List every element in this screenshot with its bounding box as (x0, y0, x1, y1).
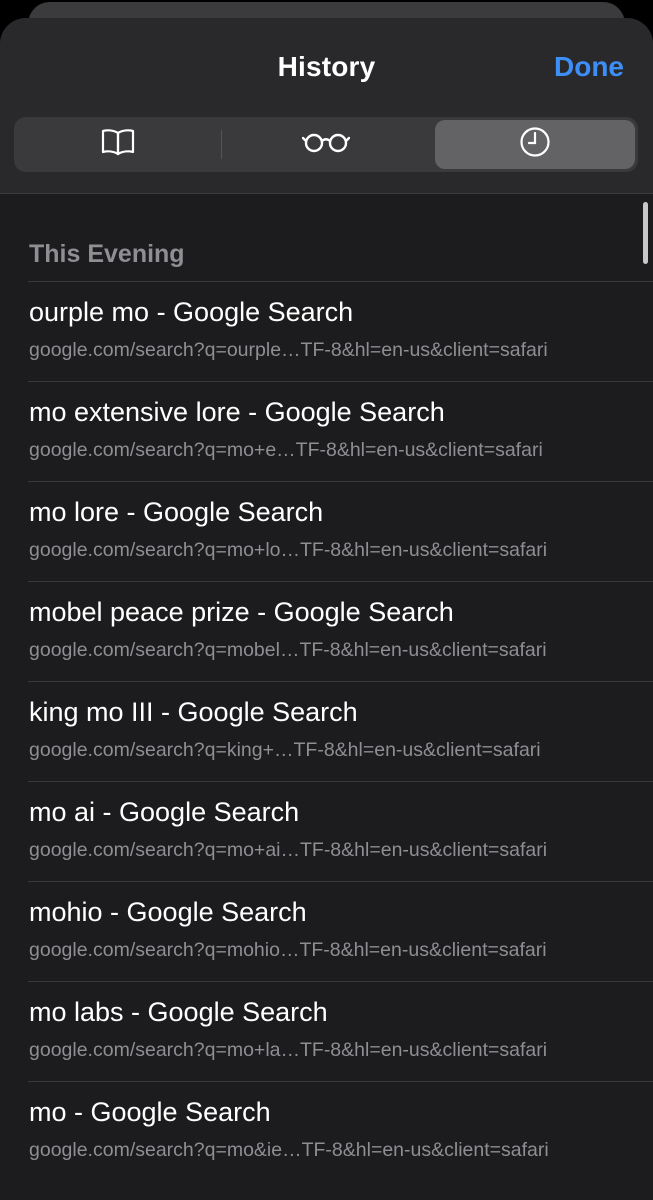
list-item[interactable]: mobel peace prize - Google Search google… (0, 581, 653, 681)
item-url: google.com/search?q=mo+ai…TF-8&hl=en-us&… (29, 839, 548, 861)
tab-bookmarks[interactable] (18, 120, 218, 169)
tab-reading-list[interactable] (226, 120, 426, 169)
item-title: mo labs - Google Search (29, 997, 328, 1027)
history-list: ourple mo - Google Search google.com/sea… (0, 281, 653, 1181)
list-item[interactable]: king mo III - Google Search google.com/s… (0, 681, 653, 781)
item-url: google.com/search?q=king+…TF-8&hl=en-us&… (29, 739, 541, 761)
history-sheet: History Done This Evening ourple mo - Go… (0, 18, 653, 1200)
list-item[interactable]: mo extensive lore - Google Search google… (0, 381, 653, 481)
item-url: google.com/search?q=mo+e…TF-8&hl=en-us&c… (29, 439, 543, 461)
glasses-icon (301, 130, 351, 159)
item-url: google.com/search?q=mohio…TF-8&hl=en-us&… (29, 939, 547, 961)
item-url: google.com/search?q=mo+lo…TF-8&hl=en-us&… (29, 539, 548, 561)
item-title: mo - Google Search (29, 1097, 271, 1127)
list-item[interactable]: mo labs - Google Search google.com/searc… (0, 981, 653, 1081)
done-button[interactable]: Done (554, 51, 624, 83)
clock-icon (518, 125, 552, 164)
list-item[interactable]: mo - Google Search google.com/search?q=m… (0, 1081, 653, 1181)
section-header: This Evening (29, 240, 185, 268)
history-list-container[interactable]: This Evening ourple mo - Google Search g… (0, 194, 653, 1200)
item-url: google.com/search?q=ourple…TF-8&hl=en-us… (29, 339, 548, 361)
segmented-control (14, 117, 638, 172)
item-title: king mo III - Google Search (29, 697, 358, 727)
item-title: ourple mo - Google Search (29, 297, 354, 327)
tab-history[interactable] (435, 120, 635, 169)
item-title: mo ai - Google Search (29, 797, 300, 827)
item-title: mobel peace prize - Google Search (29, 597, 454, 627)
list-item[interactable]: ourple mo - Google Search google.com/sea… (0, 281, 653, 381)
segment-divider (221, 130, 222, 159)
list-item[interactable]: mohio - Google Search google.com/search?… (0, 881, 653, 981)
item-title: mo extensive lore - Google Search (29, 397, 445, 427)
book-icon (100, 127, 136, 162)
list-item[interactable]: mo ai - Google Search google.com/search?… (0, 781, 653, 881)
item-url: google.com/search?q=mo&ie…TF-8&hl=en-us&… (29, 1139, 549, 1161)
item-url: google.com/search?q=mobel…TF-8&hl=en-us&… (29, 639, 547, 661)
item-title: mohio - Google Search (29, 897, 307, 927)
item-title: mo lore - Google Search (29, 497, 324, 527)
list-item[interactable]: mo lore - Google Search google.com/searc… (0, 481, 653, 581)
item-url: google.com/search?q=mo+la…TF-8&hl=en-us&… (29, 1039, 548, 1061)
sheet-header: History Done (0, 18, 653, 194)
scrollbar[interactable] (643, 202, 648, 264)
